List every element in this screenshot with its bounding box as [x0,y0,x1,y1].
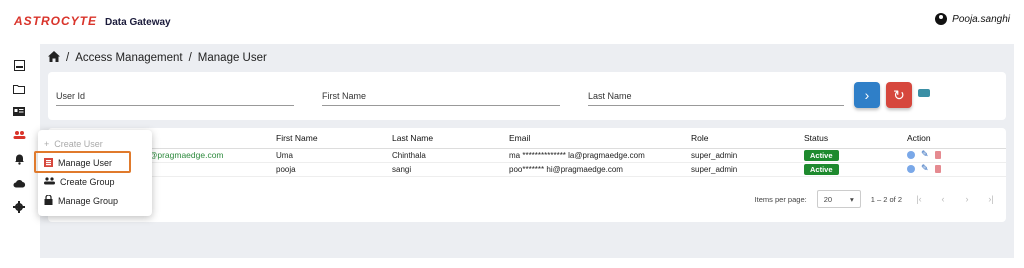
filter-bar: User Id First Name Last Name › ↻ [48,72,1006,120]
table-row[interactable]: a@pragmaedge.com Uma Chinthala ma ******… [48,148,1006,163]
breadcrumb-separator: / [66,52,70,64]
first-page-icon[interactable]: |‹ [912,194,926,204]
gear-icon[interactable] [12,200,26,214]
column-header-email[interactable]: Email [501,128,683,149]
items-per-page-label: Items per page: [754,194,807,204]
brand-logo: ASTROCYTE [14,14,98,28]
cell-status: Active [796,162,899,177]
table-row[interactable]: pooja sangi poo******* hi@pragmaedge.com… [48,162,1006,177]
status-badge: Active [804,149,839,161]
next-page-icon[interactable]: › [960,194,974,204]
cell-email: ma ************** la@pragmaedge.com [501,148,683,163]
status-badge: Active [804,163,839,175]
breadcrumb-separator: / [188,52,192,64]
breadcrumb-item-manage-user: Manage User [197,52,267,64]
users-icon[interactable] [12,128,26,142]
main-content: / Access Management / Manage User User I… [40,44,1014,258]
view-icon[interactable] [907,150,915,159]
cell-status: Active [796,148,899,163]
items-per-page-select[interactable]: 20 ▾ [816,190,861,208]
menu-item-label: Create Group [60,177,115,187]
previous-page-icon[interactable]: ‹ [936,194,950,204]
first-name-label: First Name [322,91,367,101]
table-header-row: First Name Last Name Email Role Status A… [48,128,1006,149]
bell-icon[interactable] [12,152,26,166]
last-name-label: Last Name [588,91,632,101]
edit-icon[interactable]: ✎ [921,149,929,160]
column-header-action: Action [899,128,1006,149]
username: Pooja.sanghi [952,13,1010,25]
column-header-role[interactable]: Role [683,128,796,149]
group-icon [44,177,55,187]
home-icon[interactable] [48,51,60,65]
menu-item-label: Create User [54,139,103,149]
user-avatar-icon [935,13,948,25]
lock-icon [44,194,53,207]
cell-email: poo******* hi@pragmaedge.com [501,162,683,177]
page-range: 1 – 2 of 2 [870,194,902,204]
last-name-field[interactable]: Last Name [588,90,844,106]
top-bar: ASTROCYTE Data Gateway Pooja.sanghi [0,0,1024,40]
cell-first-name: Uma [268,148,384,163]
users-table-card: First Name Last Name Email Role Status A… [48,128,1006,222]
delete-icon[interactable] [934,164,941,173]
reset-button[interactable]: ↻ [886,82,912,108]
cell-action: ✎ [899,162,1006,177]
items-per-page-value: 20 [823,194,833,204]
breadcrumb: / Access Management / Manage User [48,51,267,65]
users-table: First Name Last Name Email Role Status A… [48,128,1006,177]
cell-action: ✎ [899,148,1006,163]
cell-last-name: sangi [384,162,501,177]
cell-role: super_admin [683,148,796,163]
first-name-field[interactable]: First Name [322,90,560,106]
last-page-icon[interactable]: ›| [984,194,998,204]
column-header-last-name[interactable]: Last Name [384,128,501,149]
column-header-first-name[interactable]: First Name [268,128,384,149]
cloud-icon[interactable] [12,176,26,190]
edit-icon[interactable]: ✎ [921,163,929,174]
user-id-label: User Id [56,91,86,101]
breadcrumb-item-access-management[interactable]: Access Management [75,52,182,64]
brand[interactable]: ASTROCYTE Data Gateway [14,14,171,28]
refresh-icon: ↻ [893,86,905,103]
user-id-field[interactable]: User Id [56,90,294,106]
view-icon[interactable] [907,164,915,173]
id-card-icon[interactable] [12,104,26,118]
paginator: Items per page: 20 ▾ 1 – 2 of 2 |‹ ‹ › ›… [755,190,998,208]
app-name: Data Gateway [105,17,171,28]
dashboard-icon[interactable] [12,58,26,72]
menu-item-create-user[interactable]: + Create User [44,136,103,152]
menu-item-label: Manage Group [58,196,119,206]
cell-last-name: Chinthala [384,148,501,163]
caret-down-icon: ▾ [849,194,854,204]
chevron-right-icon: › [864,87,870,103]
menu-item-create-group[interactable]: Create Group [44,174,115,190]
user-menu[interactable]: Pooja.sanghi [935,13,1010,25]
active-menu-highlight [34,151,131,173]
tag-icon[interactable] [918,89,930,97]
menu-item-manage-group[interactable]: Manage Group [44,193,118,209]
delete-icon[interactable] [934,150,941,159]
column-header-status[interactable]: Status [796,128,899,149]
access-management-menu: + Create User Manage User Create Group M… [38,130,152,216]
cell-first-name: pooja [268,162,384,177]
plus-icon: + [44,139,50,149]
search-button[interactable]: › [854,82,880,108]
cell-role: super_admin [683,162,796,177]
folder-icon[interactable] [12,82,26,96]
sidebar [0,40,36,268]
